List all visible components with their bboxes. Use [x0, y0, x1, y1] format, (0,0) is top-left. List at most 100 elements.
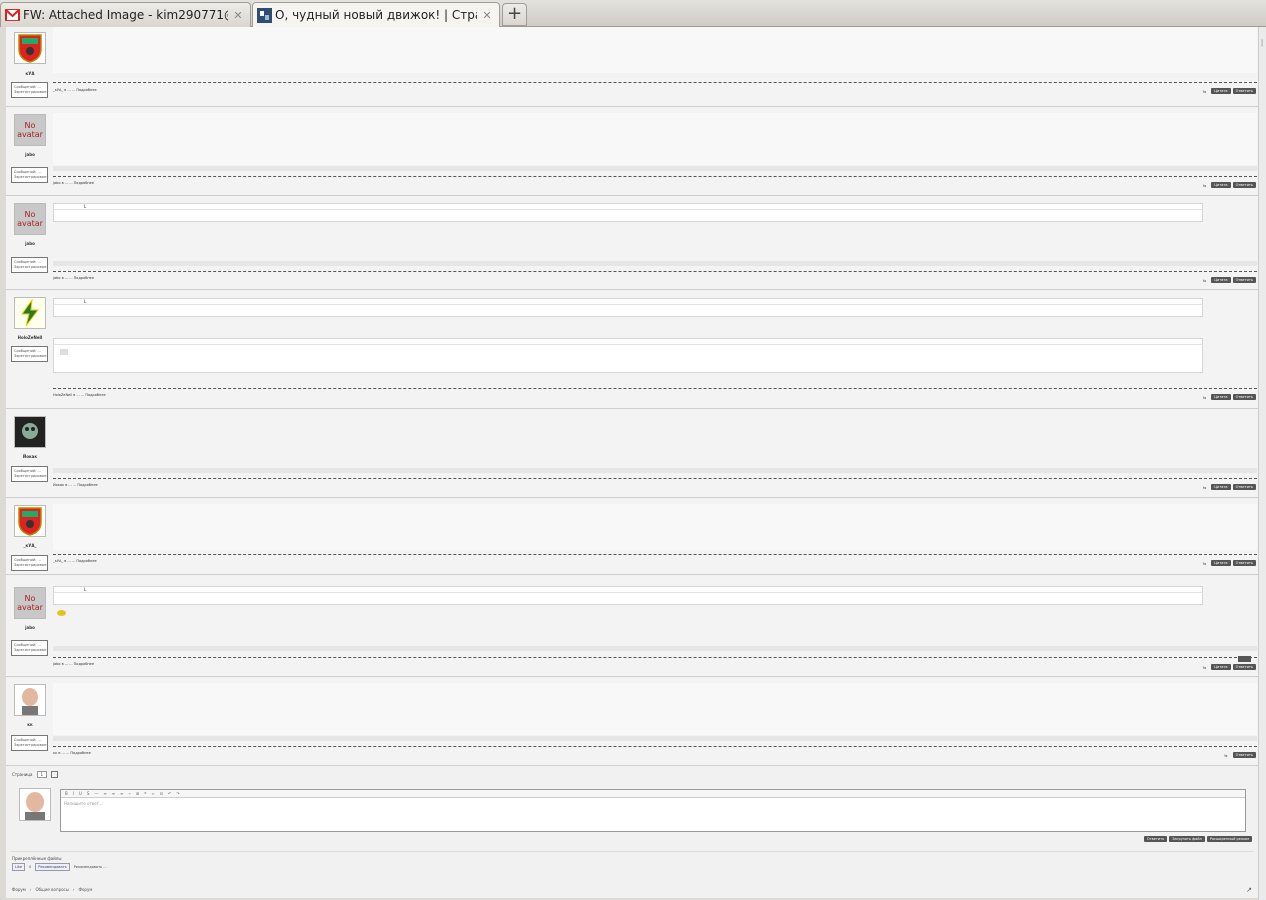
signature — [53, 468, 1257, 473]
author-name[interactable]: jabo — [12, 152, 48, 157]
gmail-icon — [5, 8, 20, 23]
quote-block: L — [53, 298, 1203, 317]
toolbar-align-right-icon[interactable]: ≡ — [120, 791, 123, 796]
upload-file-button[interactable]: Загрузить файл — [1169, 836, 1205, 842]
avatar[interactable]: No avatar — [14, 587, 46, 619]
advanced-mode-button[interactable]: Расширенный режим — [1206, 836, 1252, 842]
reply-button[interactable]: Ответить — [1232, 664, 1256, 670]
tab-title: О, чудный новый движок! | Страница ... — [275, 8, 477, 22]
scrollbar[interactable] — [1258, 27, 1266, 900]
breadcrumb-item[interactable]: Форум — [12, 887, 26, 892]
reply-button[interactable]: Ответить — [1232, 277, 1256, 283]
quote-button[interactable]: Цитата — [1211, 182, 1231, 188]
like-count: 0 — [28, 865, 32, 869]
author-name[interactable]: jabo — [12, 241, 48, 246]
toolbar-media-icon[interactable]: ⊟ — [160, 791, 163, 796]
quote-button[interactable]: Цитата — [1211, 277, 1231, 283]
toolbar-bold-icon[interactable]: B — [65, 791, 68, 796]
post: кУА Сообщений: ... Зарегистрирован: ... … — [6, 27, 1258, 107]
author-name[interactable]: кУА — [12, 71, 48, 76]
forum-page: кУА Сообщений: ... Зарегистрирован: ... … — [6, 27, 1258, 898]
editor-textarea[interactable]: Напишите ответ... — [61, 798, 1245, 809]
toolbar-strike-icon[interactable]: S — [87, 791, 90, 796]
scroll-top-button[interactable] — [1238, 656, 1251, 662]
page-select[interactable]: 1 — [36, 771, 48, 778]
tab-gmail[interactable]: FW: Attached Image - kim290771@gmail... … — [0, 2, 251, 27]
toolbar-align-center-icon[interactable]: ≡ — [112, 791, 115, 796]
avatar[interactable] — [14, 416, 46, 448]
toolbar-code-icon[interactable]: ‹› — [151, 791, 154, 796]
attachment-icon[interactable] — [60, 349, 68, 355]
reply-button[interactable]: Ответить — [1232, 484, 1256, 490]
avatar[interactable] — [14, 297, 46, 329]
attachment-block — [53, 338, 1203, 373]
link-icon[interactable]: ⇆ — [1203, 278, 1206, 283]
avatar[interactable] — [14, 505, 46, 537]
quote-button[interactable]: Цитата — [1211, 664, 1231, 670]
link-icon[interactable]: ⇆ — [1203, 395, 1206, 400]
author-name[interactable]: jabo — [12, 625, 48, 630]
toolbar-quote-icon[interactable]: ❝ — [144, 791, 146, 796]
link-icon[interactable]: ⇆ — [1203, 485, 1206, 490]
user-stats: Сообщений: ... Зарегистрирован: ... — [11, 640, 48, 657]
author-name[interactable]: HoloZeNell — [12, 335, 48, 340]
quote-button[interactable]: Цитата — [1211, 560, 1231, 566]
post: _кУА_ Сообщений: ... Зарегистрирован: ..… — [6, 499, 1258, 575]
toolbar-table-icon[interactable]: ⊞ — [136, 791, 139, 796]
toolbar-link-icon[interactable]: ⌁ — [129, 791, 131, 796]
recommend-button[interactable]: Рекомендовать — [35, 863, 70, 871]
share-bar: Like 0 Рекомендовать Рекомендовать ... — [12, 863, 107, 871]
toolbar-rule-icon[interactable]: — — [94, 791, 98, 796]
quote-button[interactable]: Цитата — [1211, 88, 1231, 94]
new-tab-button[interactable]: + — [502, 3, 527, 26]
reply-button[interactable]: Ответить — [1232, 182, 1256, 188]
signature — [53, 261, 1257, 266]
post-actions: ⇆ Цитата Ответить — [1203, 664, 1256, 670]
avatar[interactable] — [14, 684, 46, 716]
post-meta: _кУА_ в ... ... Подробнее — [53, 88, 97, 92]
link-icon[interactable]: ⇆ — [1203, 89, 1206, 94]
link-icon[interactable]: ⇆ — [1224, 753, 1227, 758]
go-button[interactable] — [51, 771, 59, 778]
post-separator — [53, 388, 1257, 389]
post-meta: jabo в ... ... Подробнее — [53, 276, 94, 280]
link-icon[interactable]: ⇆ — [1203, 561, 1206, 566]
reply-button[interactable]: Ответить — [1232, 752, 1256, 758]
toolbar-underline-icon[interactable]: U — [79, 791, 82, 796]
toolbar-align-left-icon[interactable]: ≡ — [103, 791, 106, 796]
attachments-info: Прикреплённые файлы — [12, 856, 62, 861]
user-stats: Сообщений: ... Зарегистрирован: ... — [11, 346, 48, 363]
signature — [53, 166, 1257, 171]
quote-button[interactable]: Цитата — [1211, 394, 1231, 400]
link-icon[interactable]: ⇆ — [1203, 183, 1206, 188]
user-stats: Сообщений: ... Зарегистрирован: ... — [11, 257, 48, 274]
toolbar-italic-icon[interactable]: I — [73, 791, 74, 796]
post-meta: HoloZeNell в ... ... Подробнее — [53, 393, 106, 397]
author-name[interactable]: кк — [12, 722, 48, 727]
close-icon[interactable]: ✕ — [232, 9, 244, 22]
link-icon[interactable]: ⇆ — [1203, 665, 1206, 670]
reply-button[interactable]: Ответить — [1232, 394, 1256, 400]
close-icon[interactable]: ✕ — [481, 9, 493, 22]
author-name[interactable]: _кУА_ — [12, 543, 48, 548]
post: кк Сообщений: ... Зарегистрирован: ... к… — [6, 678, 1258, 766]
reply-editor[interactable]: B I U S — ≡ ≡ ≡ ⌁ ⊞ ❝ ‹› ⊟ ↶ ↷ Напишите … — [60, 789, 1246, 832]
post-actions: ⇆ Цитата Ответить — [1203, 88, 1256, 94]
toolbar-undo-icon[interactable]: ↶ — [168, 791, 171, 796]
reply-button[interactable]: Ответить — [1232, 88, 1256, 94]
avatar[interactable]: No avatar — [14, 114, 46, 146]
reply-button[interactable]: Ответить — [1232, 560, 1256, 566]
scroll-up-icon[interactable]: │ — [1259, 40, 1265, 48]
toolbar-redo-icon[interactable]: ↷ — [176, 791, 179, 796]
author-name[interactable]: Йокак — [12, 454, 48, 459]
breadcrumb-item[interactable]: Форум — [79, 887, 93, 892]
breadcrumb-item[interactable]: Общие вопросы — [35, 887, 68, 892]
expand-icon[interactable]: ↗ — [1246, 886, 1252, 894]
post-actions: ⇆ Цитата Ответить — [1203, 560, 1256, 566]
quote-button[interactable]: Цитата — [1211, 484, 1231, 490]
avatar[interactable]: No avatar — [14, 203, 46, 235]
tab-forum[interactable]: О, чудный новый движок! | Страница ... ✕ — [252, 2, 500, 27]
like-button[interactable]: Like — [12, 863, 25, 871]
avatar[interactable] — [14, 32, 46, 64]
submit-reply-button[interactable]: Ответить — [1143, 836, 1168, 842]
